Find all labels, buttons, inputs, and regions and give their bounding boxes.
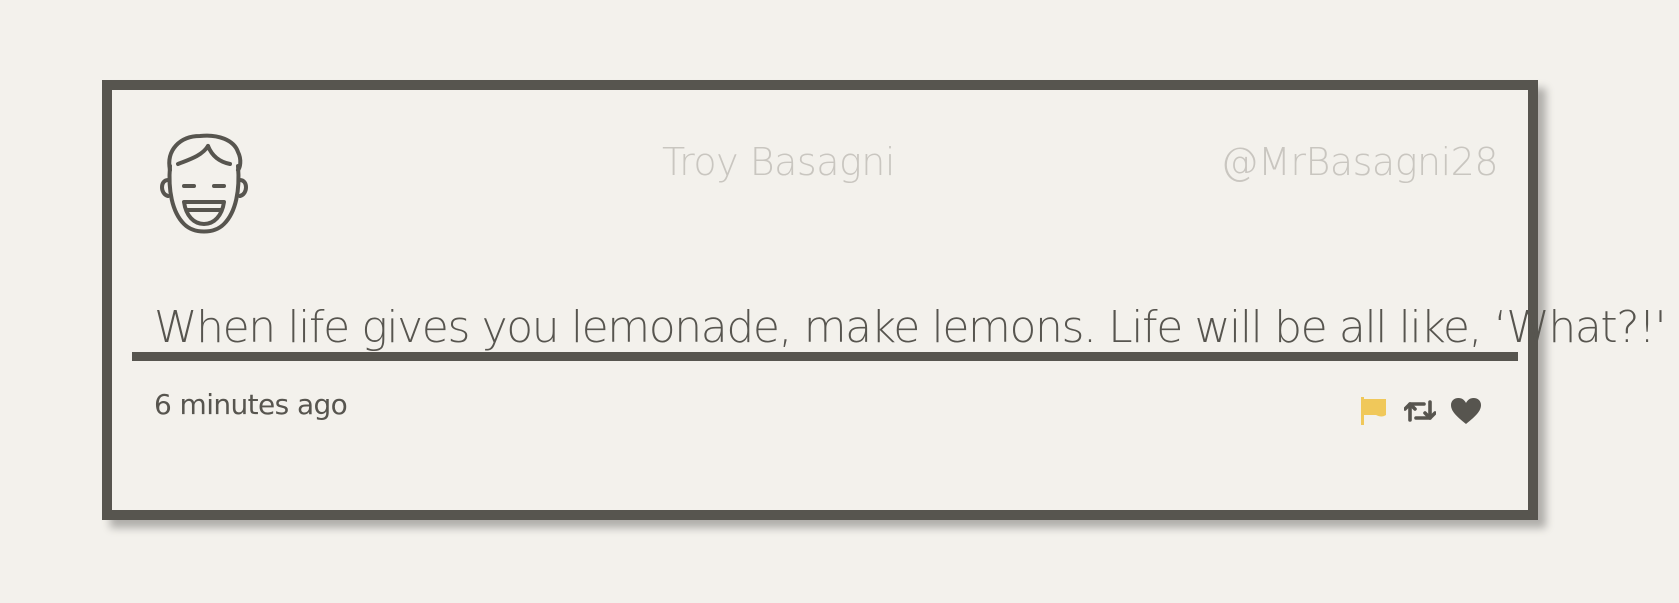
smiling-face-avatar-icon [160,133,248,234]
tweet-text: When life gives you lemonade, make lemon… [154,302,1667,353]
tweet-actions [1358,395,1482,427]
flag-icon [1361,397,1386,425]
avatar[interactable] [158,130,250,238]
retweet-icon [1404,400,1436,422]
user-handle[interactable]: @MrBasagni28 [1221,140,1499,184]
timestamp: 6 minutes ago [154,388,348,421]
tweet-card: Troy Basagni @MrBasagni28 When life give… [102,80,1667,520]
retweet-button[interactable] [1404,395,1436,427]
user-name[interactable]: Troy Basagni [662,140,895,184]
like-button[interactable] [1450,395,1482,427]
flag-button[interactable] [1358,395,1390,427]
heart-icon [1451,398,1481,424]
divider [132,352,1518,361]
